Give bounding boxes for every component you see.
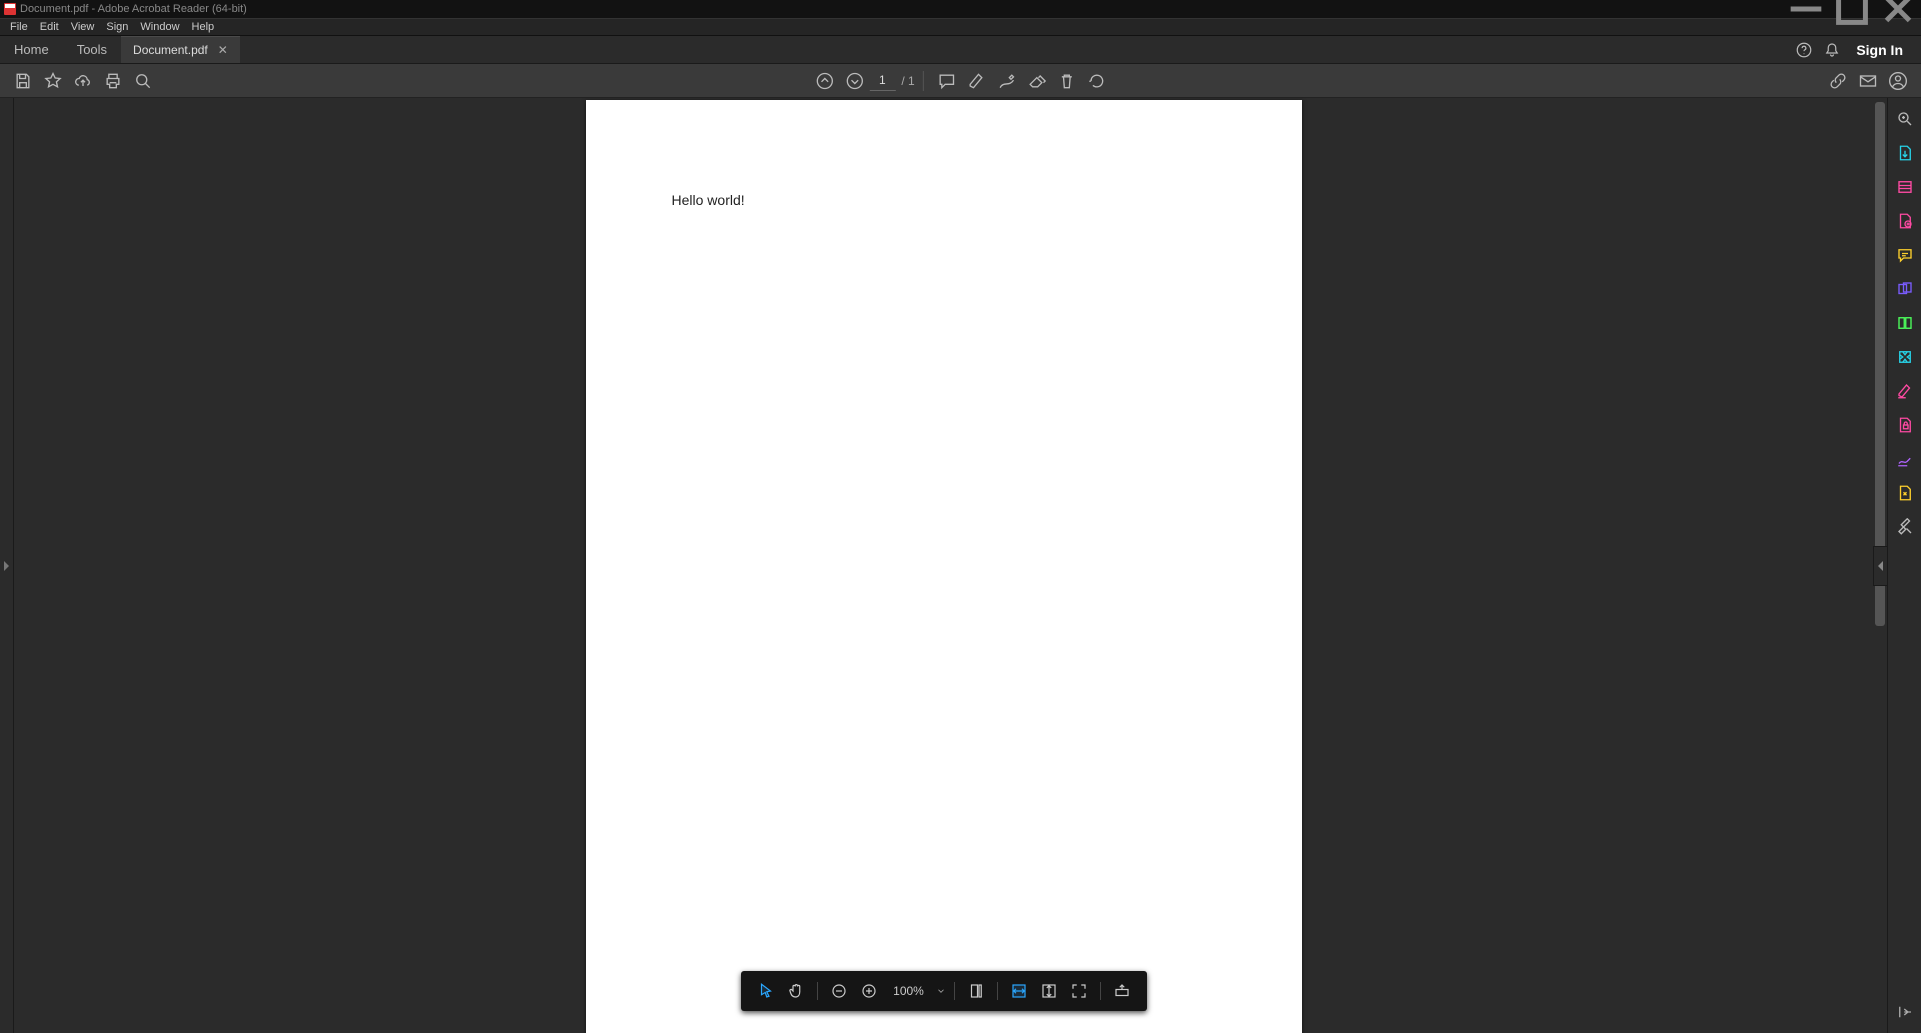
fullscreen-icon[interactable]	[1064, 977, 1094, 1005]
pdf-page: Hello world!	[586, 100, 1302, 1033]
window-controls	[1783, 0, 1921, 18]
right-tool-strip	[1887, 98, 1921, 1033]
close-tab-icon[interactable]: ✕	[218, 43, 228, 57]
search-tool-icon[interactable]	[1891, 104, 1919, 134]
more-tools-icon[interactable]	[1891, 512, 1919, 542]
account-icon[interactable]	[1883, 66, 1913, 96]
collapse-strip-icon[interactable]	[1891, 997, 1919, 1027]
page-down-icon[interactable]	[839, 66, 869, 96]
zoom-dropdown-icon[interactable]	[934, 986, 948, 996]
edit-pdf-icon[interactable]	[1891, 172, 1919, 202]
page-up-icon[interactable]	[809, 66, 839, 96]
tab-bar: Home Tools Document.pdf ✕ Sign In	[0, 36, 1921, 64]
app-icon	[4, 3, 16, 15]
page-total: / 1	[901, 74, 914, 88]
maximize-button[interactable]	[1829, 0, 1875, 18]
highlight-icon[interactable]	[962, 66, 992, 96]
organize-pages-icon[interactable]	[1891, 308, 1919, 338]
separator	[1100, 982, 1101, 1000]
tab-home[interactable]: Home	[0, 36, 63, 63]
save-icon[interactable]	[8, 66, 38, 96]
separator	[817, 982, 818, 1000]
redact-icon[interactable]	[1891, 376, 1919, 406]
zoom-in-icon[interactable]	[854, 977, 884, 1005]
convert-pdf-icon[interactable]	[1891, 478, 1919, 508]
chevron-left-icon	[1878, 561, 1883, 571]
title-bar: Document.pdf - Adobe Acrobat Reader (64-…	[0, 0, 1921, 18]
create-pdf-icon[interactable]	[1891, 206, 1919, 236]
menu-view[interactable]: View	[65, 21, 101, 33]
toolbar-center-group: / 1	[809, 66, 1111, 96]
find-icon[interactable]	[128, 66, 158, 96]
tab-document[interactable]: Document.pdf ✕	[121, 36, 240, 63]
close-button[interactable]	[1875, 0, 1921, 18]
menu-bar: File Edit View Sign Window Help	[0, 18, 1921, 36]
fit-page-icon[interactable]	[961, 977, 991, 1005]
page-controls-toolbar: 100%	[741, 971, 1147, 1011]
window-title: Document.pdf - Adobe Acrobat Reader (64-…	[20, 3, 247, 15]
separator	[923, 71, 924, 91]
menu-window[interactable]: Window	[134, 21, 185, 33]
sign-in-button[interactable]: Sign In	[1846, 42, 1913, 58]
menu-help[interactable]: Help	[186, 21, 221, 33]
read-mode-icon[interactable]	[1107, 977, 1137, 1005]
secondary-toolbar: / 1	[0, 64, 1921, 98]
zoom-percent[interactable]: 100%	[884, 984, 934, 998]
cloud-upload-icon[interactable]	[68, 66, 98, 96]
rotate-icon[interactable]	[1082, 66, 1112, 96]
minimize-button[interactable]	[1783, 0, 1829, 18]
zoom-out-icon[interactable]	[824, 977, 854, 1005]
separator	[997, 982, 998, 1000]
chevron-right-icon	[4, 561, 9, 571]
fit-height-icon[interactable]	[1034, 977, 1064, 1005]
comment-tool-icon[interactable]	[1891, 240, 1919, 270]
help-icon[interactable]	[1790, 36, 1818, 64]
sharelink-icon[interactable]	[1823, 66, 1853, 96]
export-pdf-icon[interactable]	[1891, 138, 1919, 168]
right-panel-toggle[interactable]	[1873, 546, 1887, 586]
workspace: Hello world! 100%	[0, 98, 1921, 1033]
left-panel-toggle[interactable]	[0, 98, 14, 1033]
separator	[954, 982, 955, 1000]
email-icon[interactable]	[1853, 66, 1883, 96]
draw-icon[interactable]	[992, 66, 1022, 96]
document-area[interactable]: Hello world! 100%	[14, 98, 1873, 1033]
fit-width-icon[interactable]	[1004, 977, 1034, 1005]
erase-icon[interactable]	[1022, 66, 1052, 96]
print-icon[interactable]	[98, 66, 128, 96]
pdf-content: Hello world!	[586, 100, 1302, 300]
tab-document-label: Document.pdf	[133, 43, 208, 57]
page-number-input[interactable]	[869, 71, 895, 91]
delete-icon[interactable]	[1052, 66, 1082, 96]
combine-files-icon[interactable]	[1891, 274, 1919, 304]
star-icon[interactable]	[38, 66, 68, 96]
fill-sign-icon[interactable]	[1891, 444, 1919, 474]
menu-sign[interactable]: Sign	[100, 21, 134, 33]
bell-icon[interactable]	[1818, 36, 1846, 64]
menu-edit[interactable]: Edit	[34, 21, 65, 33]
tab-tools[interactable]: Tools	[63, 36, 121, 63]
menu-file[interactable]: File	[4, 21, 34, 33]
comment-icon[interactable]	[932, 66, 962, 96]
hand-tool-icon[interactable]	[781, 977, 811, 1005]
compress-pdf-icon[interactable]	[1891, 342, 1919, 372]
selection-tool-icon[interactable]	[751, 977, 781, 1005]
protect-pdf-icon[interactable]	[1891, 410, 1919, 440]
